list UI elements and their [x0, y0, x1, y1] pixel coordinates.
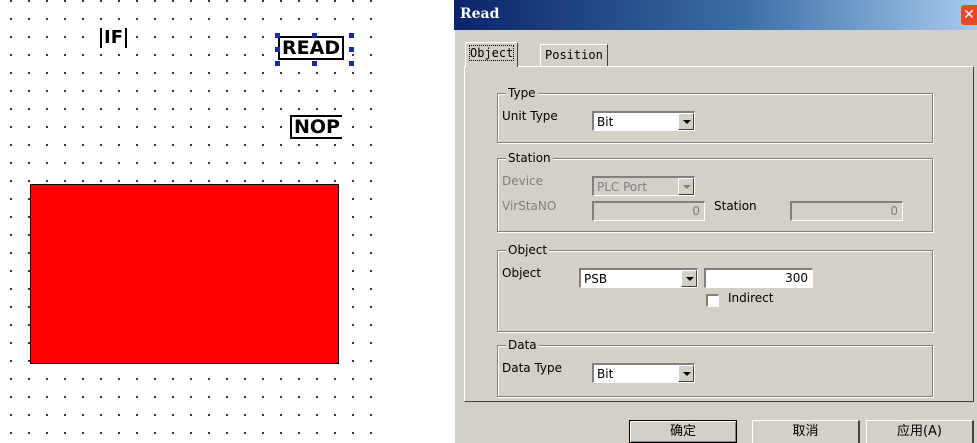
chevron-down-icon[interactable]: [678, 365, 694, 382]
indirect-label: Indirect: [728, 291, 774, 305]
close-icon: ✕: [963, 7, 975, 23]
unit-type-value: Bit: [597, 115, 614, 129]
tab-position[interactable]: Position: [540, 44, 608, 67]
tab-panel-object: Type Unit Type Bit Station Device PLC Po…: [464, 66, 974, 402]
ok-button-label: 确定: [669, 424, 696, 439]
read-dialog: Read ✕ Object Position Type Unit Type Bi…: [454, 0, 977, 443]
unit-type-select[interactable]: Bit: [592, 111, 695, 131]
selection-handle-sw[interactable]: [275, 61, 280, 66]
read-component-label: READ: [282, 37, 341, 59]
device-value: PLC Port: [597, 180, 647, 194]
device-select[interactable]: PLC Port: [592, 176, 695, 196]
cancel-button-label: 取消: [792, 424, 819, 439]
data-type-label: Data Type: [502, 361, 563, 375]
object-label: Object: [502, 266, 542, 280]
station-label: Station: [714, 199, 757, 213]
selection-handle-e[interactable]: [349, 47, 354, 52]
data-group-legend: Data: [506, 338, 539, 352]
nop-component-label: NOP: [294, 116, 340, 138]
data-type-value: Bit: [597, 367, 614, 381]
selection-handle-ne[interactable]: [349, 33, 354, 38]
unit-type-label: Unit Type: [502, 109, 558, 123]
selection-handle-nw[interactable]: [275, 33, 280, 38]
object-group-legend: Object: [506, 243, 550, 257]
tab-object[interactable]: Object: [465, 42, 519, 67]
cancel-button[interactable]: 取消: [752, 420, 860, 443]
if-component-label: IF: [104, 27, 123, 48]
dialog-title: Read: [460, 6, 500, 22]
apply-button[interactable]: 应用(A): [866, 420, 974, 443]
type-group-legend: Type: [506, 86, 538, 100]
apply-button-label: 应用(A): [896, 424, 943, 439]
read-component[interactable]: READ: [278, 36, 345, 60]
data-type-select[interactable]: Bit: [592, 363, 695, 383]
object-type-select[interactable]: PSB: [579, 268, 698, 288]
device-label: Device: [502, 174, 544, 188]
ok-button[interactable]: 确定: [629, 420, 737, 443]
selection-handle-n[interactable]: [312, 33, 317, 38]
data-group: Data Data Type Bit: [497, 338, 933, 397]
chevron-down-icon[interactable]: [678, 178, 694, 195]
virstano-label: VirStaNO: [502, 199, 557, 213]
virstano-field[interactable]: 0: [592, 201, 705, 221]
dialog-title-bar[interactable]: Read ✕: [454, 0, 977, 30]
selection-handle-s[interactable]: [312, 61, 317, 66]
if-component[interactable]: IF: [100, 28, 127, 48]
station-group-legend: Station: [506, 151, 553, 165]
object-type-value: PSB: [584, 272, 608, 286]
selection-handle-se[interactable]: [349, 61, 354, 66]
design-canvas[interactable]: IF READ NOP: [0, 0, 388, 443]
red-rectangle-shape[interactable]: [30, 184, 339, 364]
chevron-down-icon[interactable]: [681, 270, 697, 287]
object-group: Object Object PSB 300 Indirect: [497, 243, 933, 332]
tab-object-label: Object: [468, 45, 515, 61]
object-address-field[interactable]: 300: [704, 268, 813, 288]
tab-position-label: Position: [545, 48, 603, 62]
close-button[interactable]: ✕: [961, 5, 977, 25]
station-group: Station Device PLC Port VirStaNO 0 Stati…: [497, 151, 933, 232]
type-group: Type Unit Type Bit: [497, 86, 933, 143]
selection-handle-w[interactable]: [275, 47, 280, 52]
indirect-checkbox[interactable]: [706, 294, 719, 307]
nop-component[interactable]: NOP: [290, 115, 342, 139]
station-field[interactable]: 0: [790, 201, 903, 221]
chevron-down-icon[interactable]: [678, 113, 694, 130]
